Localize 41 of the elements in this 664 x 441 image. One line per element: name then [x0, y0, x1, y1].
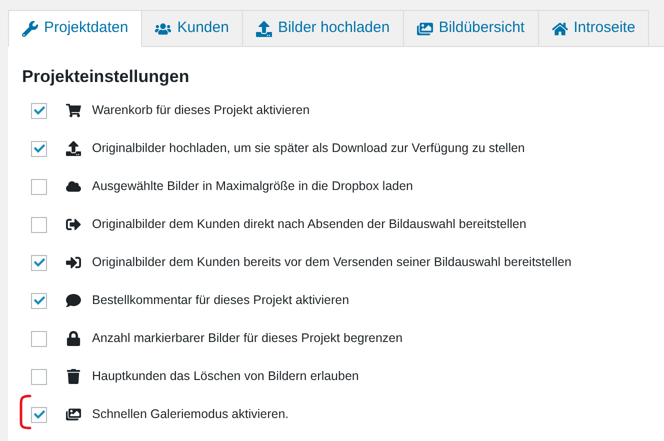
- tab[interactable]: Projektdaten: [8, 10, 142, 47]
- setting-label: Schnellen Galeriemodus aktivieren.: [92, 406, 289, 424]
- setting-label: Hauptkunden das Löschen von Bildern erlauben: [92, 368, 359, 386]
- enter-arrow-icon: [66, 255, 80, 270]
- cloud-icon: [66, 179, 80, 194]
- setting-label: Ausgewählte Bilder in Maximalgröße in die Dropbox laden: [92, 178, 414, 196]
- check-icon: [34, 105, 44, 116]
- checkbox[interactable]: [31, 368, 47, 384]
- checkbox[interactable]: [31, 406, 47, 422]
- section-title: Projekteinstellungen: [22, 66, 190, 88]
- trash-icon: [66, 369, 80, 384]
- checkbox[interactable]: [31, 292, 47, 308]
- check-icon: [34, 143, 44, 154]
- checkbox[interactable]: [31, 254, 47, 270]
- lock-icon: [66, 331, 80, 346]
- checkbox[interactable]: [31, 140, 47, 156]
- setting-label: Anzahl markierbarer Bilder für dieses Projekt begrenzen: [92, 330, 403, 348]
- setting-label: Bestellkommentar für dieses Projekt aktivieren: [92, 292, 350, 310]
- upload-icon: [256, 20, 272, 36]
- setting-label: Originalbilder dem Kunden bereits vor dem Versenden seiner Bildauswahl bereitstellen: [92, 254, 572, 272]
- check-icon: [34, 295, 44, 306]
- cart-icon: [66, 103, 80, 118]
- checkbox[interactable]: [31, 102, 47, 118]
- house-icon: [552, 20, 568, 36]
- tab[interactable]: Introseite: [538, 10, 650, 47]
- setting-label: Warenkorb für dieses Projekt aktivieren: [92, 102, 310, 120]
- speech-bubble-icon: [66, 293, 80, 308]
- checkbox[interactable]: [31, 178, 47, 194]
- check-icon: [34, 409, 44, 420]
- users-icon: [155, 20, 172, 36]
- annotation-bracket: [18, 394, 32, 430]
- check-icon: [34, 257, 44, 268]
- images-icon: [66, 407, 80, 422]
- setting-label: Originalbilder hochladen, um sie später als Download zur Verfügung zu stellen: [92, 140, 525, 158]
- setting-label: Originalbilder dem Kunden direkt nach Absenden der Bildauswahl bereitstellen: [92, 216, 526, 234]
- images-icon: [416, 20, 433, 36]
- upload-icon: [66, 141, 80, 156]
- checkbox[interactable]: [31, 330, 47, 346]
- checkbox[interactable]: [31, 216, 47, 232]
- exit-arrow-icon: [66, 217, 80, 232]
- wrench-icon: [22, 20, 38, 36]
